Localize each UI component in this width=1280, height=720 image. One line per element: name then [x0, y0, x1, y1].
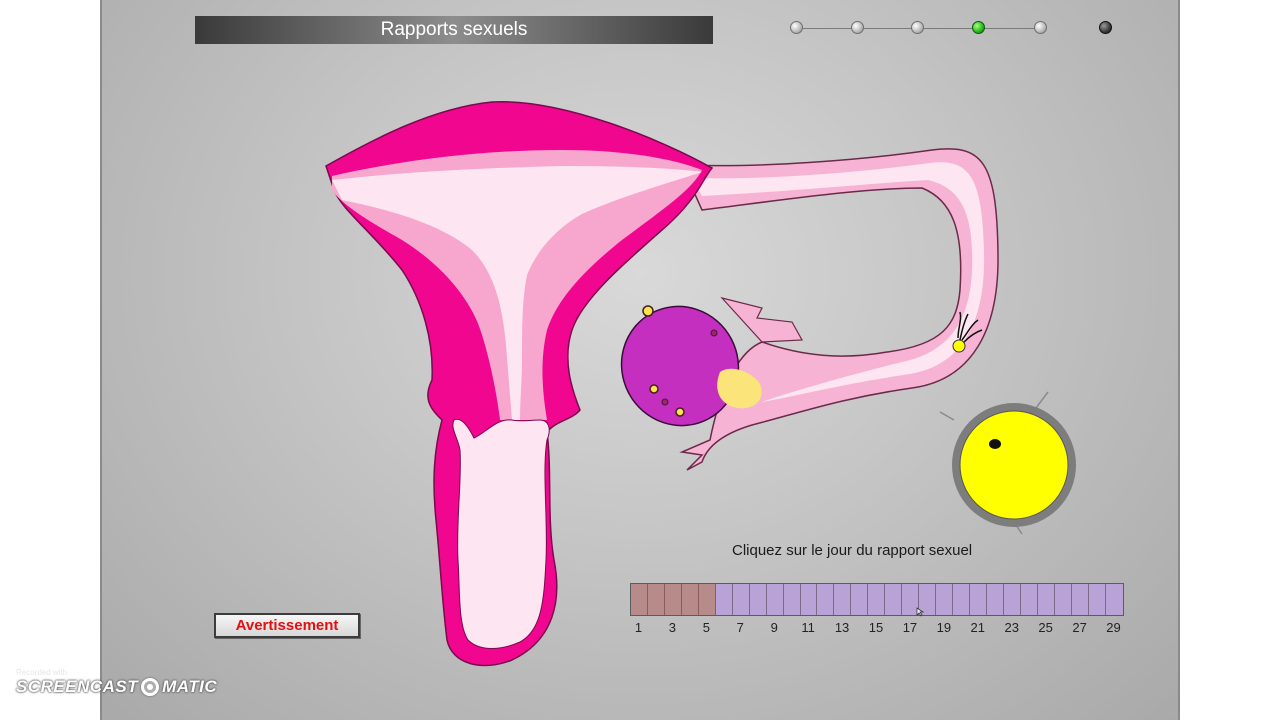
- day-cell-26[interactable]: [1054, 584, 1072, 615]
- day-cell-9[interactable]: [766, 584, 784, 615]
- day-label: 17: [902, 620, 918, 635]
- day-cell-5[interactable]: [698, 584, 716, 615]
- simulation-stage: Rapports sexuels Cliquez sur le jour du …: [100, 0, 1180, 720]
- follicle: [661, 398, 669, 406]
- follicle: [642, 305, 654, 317]
- day-cell-10[interactable]: [783, 584, 801, 615]
- day-label: 3: [668, 620, 677, 635]
- day-cell-24[interactable]: [1020, 584, 1038, 615]
- hand-cursor-icon: [915, 604, 925, 617]
- day-cell-4[interactable]: [681, 584, 699, 615]
- day-cell-22[interactable]: [987, 584, 1004, 615]
- day-cell-6[interactable]: [715, 584, 733, 615]
- instruction-text: Cliquez sur le jour du rapport sexuel: [732, 542, 973, 559]
- day-cell-28[interactable]: [1088, 584, 1106, 615]
- day-label: 27: [1072, 620, 1087, 635]
- day-label: 13: [834, 620, 850, 635]
- day-label: 23: [1004, 620, 1019, 635]
- day-cell-16[interactable]: [885, 584, 903, 615]
- day-label: 15: [868, 620, 884, 635]
- day-cell-23[interactable]: [1003, 584, 1021, 615]
- day-cell-20[interactable]: [953, 584, 971, 615]
- vaginal-canal: [452, 418, 550, 649]
- day-cell-13[interactable]: [834, 584, 852, 615]
- day-cell-15[interactable]: [868, 584, 886, 615]
- day-cell-2[interactable]: [647, 584, 665, 615]
- day-cell-7[interactable]: [732, 584, 750, 615]
- follicle: [675, 407, 685, 417]
- day-label: 21: [970, 620, 986, 635]
- follicle: [710, 329, 718, 337]
- day-cell-19[interactable]: [936, 584, 954, 615]
- day-calendar-labels: 1 3 5 7 9 11 13 15 17 19 21 23 25 27 29: [630, 620, 1122, 638]
- ovum-nucleus: [989, 439, 1001, 449]
- watermark-brand: SCREENCAST MATIC: [16, 677, 218, 696]
- record-icon: [141, 678, 160, 696]
- day-label: 5: [702, 620, 710, 635]
- day-cell-29[interactable]: [1105, 584, 1123, 615]
- day-label: 25: [1038, 620, 1053, 635]
- day-cell-1[interactable]: [631, 584, 648, 615]
- day-label: 1: [634, 620, 643, 635]
- watermark-recorded-text: Recorded with: [16, 668, 68, 677]
- day-label: 7: [736, 620, 744, 635]
- follicle: [649, 384, 659, 394]
- day-cell-25[interactable]: [1037, 584, 1055, 615]
- day-label: 19: [936, 620, 952, 635]
- screencast-watermark: Recorded with SCREENCAST MATIC: [16, 668, 217, 697]
- day-cell-12[interactable]: [817, 584, 835, 615]
- magnified-ovum: [959, 410, 1069, 520]
- day-cell-14[interactable]: [851, 584, 869, 615]
- day-calendar: [630, 583, 1124, 616]
- day-cell-8[interactable]: [749, 584, 767, 615]
- day-cell-27[interactable]: [1071, 584, 1089, 615]
- day-label: 9: [770, 620, 778, 635]
- warning-button[interactable]: Avertissement: [214, 613, 360, 638]
- day-cell-3[interactable]: [664, 584, 682, 615]
- day-cell-21[interactable]: [970, 584, 988, 615]
- fimbriae: [720, 296, 803, 343]
- day-label: 11: [801, 620, 815, 635]
- ovum-in-tube: [952, 339, 966, 353]
- day-cell-11[interactable]: [800, 584, 818, 615]
- day-label: 29: [1106, 620, 1121, 635]
- oviduct: [679, 148, 999, 471]
